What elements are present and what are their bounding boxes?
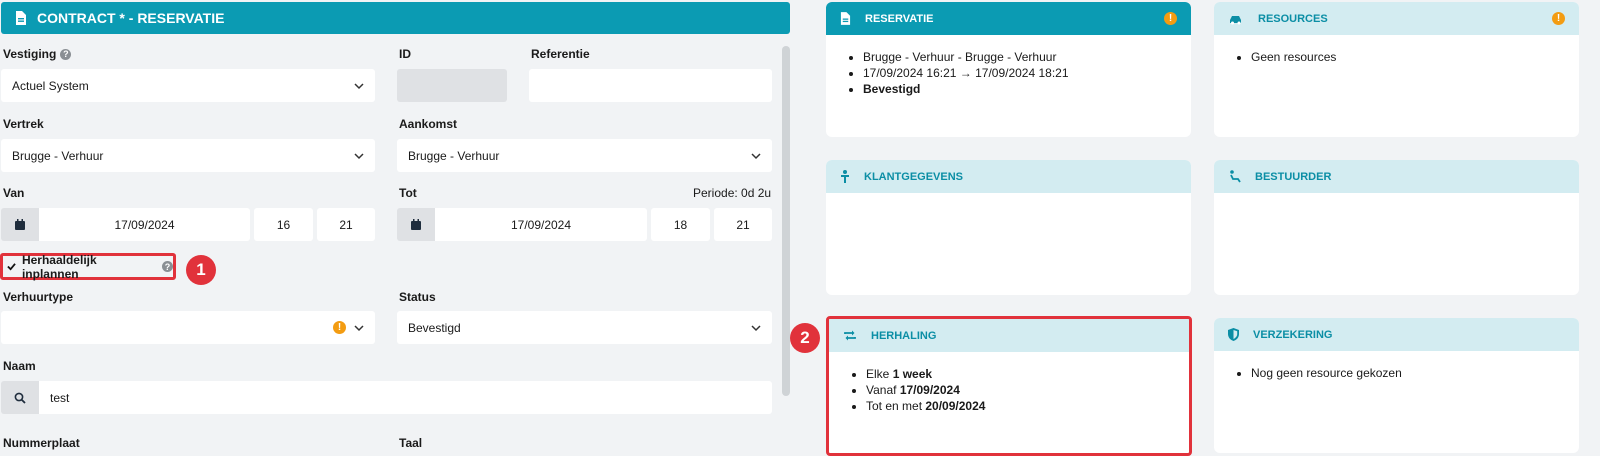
id-label: ID bbox=[399, 47, 411, 61]
resources-card-header[interactable]: RESOURCES ! bbox=[1214, 2, 1579, 35]
list-item: Brugge - Verhuur - Brugge - Verhuur bbox=[863, 49, 1191, 65]
resources-list: Geen resources bbox=[1214, 35, 1579, 65]
taal-label: Taal bbox=[399, 436, 423, 450]
van-label: Van bbox=[3, 186, 25, 200]
nummerplaat-label: Nummerplaat bbox=[3, 436, 80, 450]
list-item: Elke 1 week bbox=[866, 366, 1189, 382]
referentie-input[interactable] bbox=[529, 69, 772, 102]
resources-card: RESOURCES ! Geen resources bbox=[1214, 2, 1579, 137]
reservatie-card: RESERVATIE ! Brugge - Verhuur - Brugge -… bbox=[826, 2, 1191, 137]
chevron-down-icon bbox=[354, 82, 364, 89]
list-item: Tot en met 20/09/2024 bbox=[866, 398, 1189, 414]
bestuurder-card: BESTUURDER bbox=[1214, 160, 1579, 295]
verzekering-card: VERZEKERING Nog geen resource gekozen bbox=[1214, 318, 1579, 453]
klantgegevens-card-header[interactable]: KLANTGEGEVENS bbox=[826, 160, 1191, 193]
scrollbar[interactable] bbox=[782, 46, 790, 396]
help-icon[interactable]: ? bbox=[60, 48, 72, 60]
chevron-down-icon bbox=[354, 152, 364, 159]
list-item: 17/09/2024 16:21 → 17/09/2024 18:21 bbox=[863, 65, 1191, 81]
contract-title: CONTRACT * - RESERVATIE bbox=[37, 10, 225, 26]
vertrek-label: Vertrek bbox=[3, 117, 44, 131]
warning-icon: ! bbox=[333, 321, 346, 334]
warning-icon: ! bbox=[1164, 12, 1177, 25]
chevron-down-icon bbox=[751, 324, 761, 331]
naam-input[interactable]: test bbox=[39, 381, 772, 414]
periode-text: Periode: 0d 2u bbox=[693, 186, 772, 200]
person-icon bbox=[841, 170, 849, 183]
herhaling-card: HERHALING Elke 1 week Vanaf 17/09/2024 T… bbox=[826, 316, 1192, 456]
verhuurtype-select[interactable]: ! bbox=[1, 311, 375, 344]
search-icon bbox=[14, 392, 26, 404]
list-item: Vanaf 17/09/2024 bbox=[866, 382, 1189, 398]
verzekering-list: Nog geen resource gekozen bbox=[1214, 351, 1579, 381]
aankomst-select[interactable]: Brugge - Verhuur bbox=[397, 139, 772, 172]
list-item: Geen resources bbox=[1251, 49, 1579, 65]
vestiging-label: Vestiging ? bbox=[3, 47, 72, 61]
shield-icon bbox=[1228, 328, 1239, 341]
repeat-icon bbox=[844, 330, 856, 341]
list-item: Nog geen resource gekozen bbox=[1251, 365, 1579, 381]
car-icon bbox=[1230, 15, 1241, 24]
list-item: Bevestigd bbox=[863, 81, 1191, 97]
driver-icon bbox=[1230, 170, 1241, 183]
checkmark-icon bbox=[7, 263, 16, 271]
step-badge-1: 1 bbox=[186, 255, 216, 285]
vestiging-select[interactable]: Actuel System bbox=[1, 69, 375, 102]
van-minute-input[interactable]: 21 bbox=[317, 208, 375, 241]
tot-minute-input[interactable]: 21 bbox=[714, 208, 772, 241]
vertrek-select[interactable]: Brugge - Verhuur bbox=[1, 139, 375, 172]
calendar-icon bbox=[411, 218, 421, 230]
van-date-input[interactable]: 17/09/2024 bbox=[39, 208, 250, 241]
referentie-label: Referentie bbox=[531, 47, 590, 61]
calendar-icon bbox=[15, 218, 25, 230]
naam-search-button[interactable] bbox=[1, 381, 39, 414]
tot-date-input[interactable]: 17/09/2024 bbox=[435, 208, 647, 241]
status-select[interactable]: Bevestigd bbox=[397, 311, 772, 344]
tot-calendar-button[interactable] bbox=[397, 208, 435, 241]
warning-icon: ! bbox=[1552, 12, 1565, 25]
bestuurder-card-header[interactable]: BESTUURDER bbox=[1214, 160, 1579, 193]
klantgegevens-card: KLANTGEGEVENS bbox=[826, 160, 1191, 295]
chevron-down-icon bbox=[354, 324, 364, 331]
tot-label: Tot bbox=[399, 186, 417, 200]
reservatie-list: Brugge - Verhuur - Brugge - Verhuur 17/0… bbox=[826, 35, 1191, 97]
chevron-down-icon bbox=[751, 152, 761, 159]
aankomst-label: Aankomst bbox=[399, 117, 458, 131]
herhaaldelijk-checkbox[interactable]: Herhaaldelijk inplannen ? bbox=[0, 253, 176, 281]
id-field bbox=[397, 69, 507, 102]
reservatie-card-header[interactable]: RESERVATIE ! bbox=[826, 2, 1191, 35]
document-icon bbox=[16, 11, 26, 25]
verhuurtype-label: Verhuurtype bbox=[3, 290, 74, 304]
naam-label: Naam bbox=[3, 359, 36, 373]
herhaling-card-header[interactable]: HERHALING bbox=[829, 319, 1189, 352]
step-badge-2: 2 bbox=[790, 323, 820, 353]
van-calendar-button[interactable] bbox=[1, 208, 39, 241]
help-icon[interactable]: ? bbox=[162, 261, 173, 272]
herhaling-list: Elke 1 week Vanaf 17/09/2024 Tot en met … bbox=[829, 352, 1189, 414]
document-icon bbox=[840, 12, 851, 25]
status-label: Status bbox=[399, 290, 436, 304]
tot-hour-input[interactable]: 18 bbox=[651, 208, 710, 241]
van-hour-input[interactable]: 16 bbox=[254, 208, 313, 241]
contract-header: CONTRACT * - RESERVATIE bbox=[1, 2, 790, 34]
verzekering-card-header[interactable]: VERZEKERING bbox=[1214, 318, 1579, 351]
